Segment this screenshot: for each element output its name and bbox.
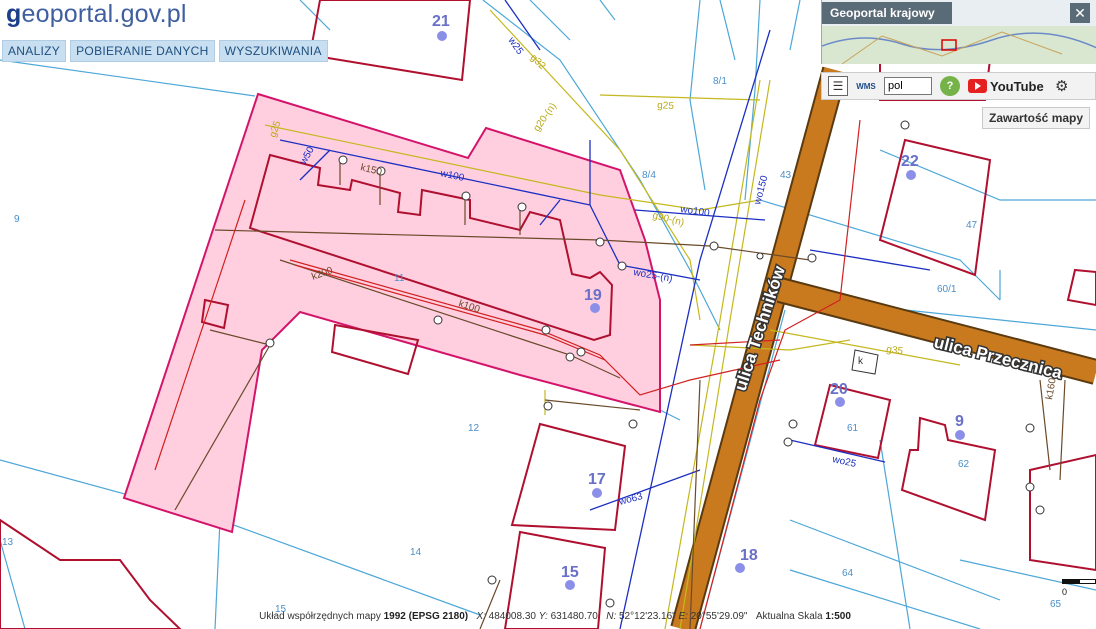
wms-icon[interactable]: WMS: [856, 76, 876, 96]
building-number: 15: [561, 564, 579, 581]
scale-label: Aktualna Skala: [755, 611, 823, 622]
scale-value: 1:500: [825, 611, 851, 622]
top-navigation: ANALIZY POBIERANIE DANYCH WYSZUKIWANIA: [2, 40, 328, 62]
map-toolbar: ☰ WMS pol ? YouTube ⚙: [821, 72, 1096, 100]
parcel-number: 13: [2, 537, 14, 548]
youtube-link[interactable]: YouTube: [968, 79, 1044, 94]
language-select[interactable]: pol: [884, 77, 932, 95]
building-number: 17: [588, 471, 606, 488]
x-value: 484008.30: [488, 611, 536, 622]
e-label: E:: [678, 611, 688, 622]
status-bar: Układ współrzędnych mapy 1992 (EPSG 2180…: [0, 611, 1060, 629]
map-contents-button[interactable]: Zawartość mapy: [982, 107, 1091, 129]
x-label: X:: [476, 611, 486, 622]
n-value: 52°12'23.16": [619, 611, 676, 622]
parcel-number: 12: [468, 423, 480, 434]
building-number: 18: [740, 547, 758, 564]
parcel-number: 14: [410, 547, 422, 558]
logo-prefix: g: [6, 0, 22, 28]
parcel-number: 43: [780, 170, 792, 181]
building-number: 21: [432, 13, 450, 30]
parcel-number: 60/1: [937, 284, 957, 295]
parcel-number: 9: [14, 214, 20, 225]
parcel-number: 47: [966, 220, 978, 231]
utility-label: g25: [657, 100, 675, 112]
crs-value: 1992 (EPSG 2180): [383, 611, 469, 622]
n-label: N:: [606, 611, 617, 622]
building-number: 19: [584, 287, 602, 304]
overview-title: Geoportal krajowy: [822, 2, 952, 24]
nav-analyses-button[interactable]: ANALIZY: [2, 40, 67, 62]
youtube-label: YouTube: [990, 78, 1044, 94]
parcel-number: 64: [842, 568, 854, 579]
y-label: Y:: [538, 611, 548, 622]
list-icon[interactable]: ☰: [828, 76, 848, 96]
e-value: 20°55'29.09": [690, 611, 748, 622]
parcel-number: 61: [847, 423, 859, 434]
scale-bar-label: 0: [1062, 587, 1068, 597]
site-logo[interactable]: geoportal.gov.pl: [6, 0, 187, 29]
parcel-number: 62: [958, 459, 970, 470]
settings-icon[interactable]: ⚙: [1052, 76, 1072, 96]
close-icon[interactable]: ✕: [1070, 3, 1090, 23]
building-number: 20: [830, 381, 848, 398]
building-number: 9: [955, 413, 964, 430]
overview-map[interactable]: [822, 26, 1096, 64]
parcel-number: 8/1: [713, 76, 727, 87]
nav-search-button[interactable]: WYSZUKIWANIA: [218, 40, 328, 62]
nav-download-button[interactable]: POBIERANIE DANYCH: [70, 40, 215, 62]
scale-bar: 0: [1062, 577, 1096, 597]
parcel-number: 8/4: [642, 170, 656, 181]
help-button[interactable]: ?: [940, 76, 960, 96]
parcel-number: 11: [394, 273, 405, 284]
parcel-number: 65: [1050, 599, 1062, 610]
crs-label: Układ współrzędnych mapy: [259, 611, 381, 622]
youtube-icon: [968, 79, 987, 93]
overview-map-panel: Geoportal krajowy ✕: [821, 0, 1096, 64]
building-number: 22: [901, 153, 919, 170]
y-value: 631480.70: [550, 611, 598, 622]
logo-text: eoportal.gov.pl: [21, 0, 187, 28]
